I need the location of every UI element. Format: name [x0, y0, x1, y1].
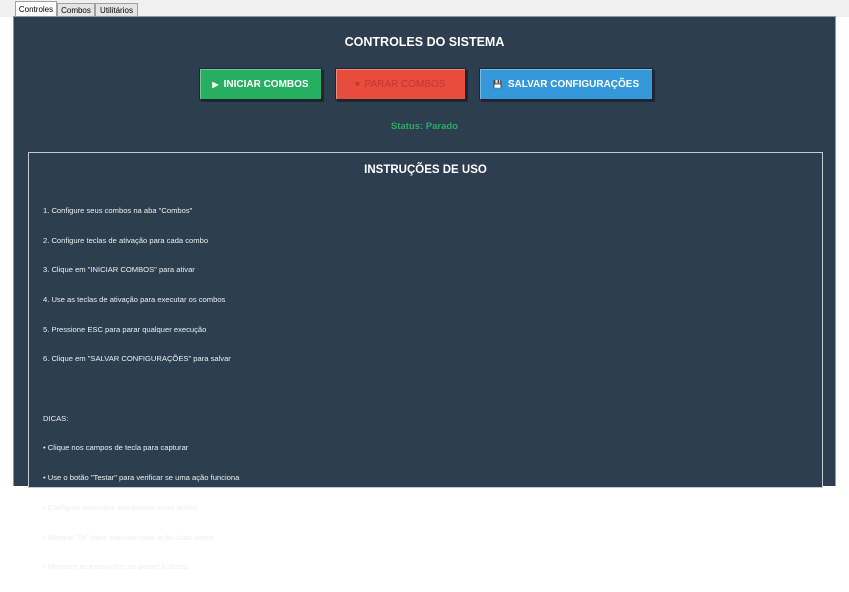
instruction-line: • Clique nos campos de tecla para captur…	[43, 443, 189, 453]
save-settings-label: SALVAR CONFIGURAÇÕES	[507, 78, 640, 90]
start-combos-button[interactable]: ▶ INICIAR COMBOS	[199, 68, 322, 100]
floppy-icon: 💾	[492, 79, 503, 89]
tab-controles[interactable]: Controles	[15, 1, 57, 17]
instruction-line: 6. Clique em "SALVAR CONFIGURAÇÕES" para…	[43, 354, 231, 364]
page-title: CONTROLES DO SISTEMA	[344, 35, 505, 49]
instruction-line: 1. Configure seus combos na aba "Combos"	[43, 205, 193, 215]
instruction-line: • Monitore as execuções no painel à dire…	[43, 562, 188, 572]
instructions-title: INSTRUÇÕES DE USO	[364, 164, 487, 176]
start-combos-label: INICIAR COMBOS	[223, 78, 309, 90]
instruction-line: 2. Configure teclas de ativação para cad…	[43, 235, 209, 245]
tab-utilitarios[interactable]: Utilitários	[95, 3, 138, 16]
stop-combos-label: PARAR COMBOS	[364, 78, 446, 90]
play-icon: ▶	[212, 79, 219, 89]
instruction-line	[43, 384, 239, 394]
stop-icon: ⏹	[355, 79, 360, 88]
instructions-list: 1. Configure seus combos na aba "Combos"…	[43, 186, 239, 592]
status-text: Status: Parado	[390, 121, 459, 132]
instruction-line: • Marque "2x" para executar uma ação dua…	[43, 532, 214, 542]
instruction-line: 3. Clique em "INICIAR COMBOS" para ativa…	[43, 265, 195, 275]
instructions-panel: INSTRUÇÕES DE USO 1. Configure seus comb…	[28, 152, 823, 571]
instruction-line: 5. Pressione ESC para parar qualquer exe…	[43, 324, 207, 334]
instruction-line: • Use o botão "Testar" para verificar se…	[43, 473, 240, 483]
instruction-line: DICAS:	[43, 413, 69, 423]
tab-bar: Controles Combos Utilitários	[0, 0, 849, 17]
instruction-line: 4. Use as teclas de ativação para execut…	[43, 294, 226, 304]
stop-combos-button[interactable]: ⏹ PARAR COMBOS	[335, 68, 466, 100]
save-settings-button[interactable]: 💾 SALVAR CONFIGURAÇÕES	[479, 68, 653, 100]
controls-panel: CONTROLES DO SISTEMA ▶ INICIAR COMBOS ⏹ …	[13, 16, 836, 571]
instruction-line: • Configure intervalos adequados entre a…	[43, 502, 197, 512]
tab-combos[interactable]: Combos	[57, 3, 95, 16]
controls-content: CONTROLES DO SISTEMA ▶ INICIAR COMBOS ⏹ …	[17, 18, 832, 571]
